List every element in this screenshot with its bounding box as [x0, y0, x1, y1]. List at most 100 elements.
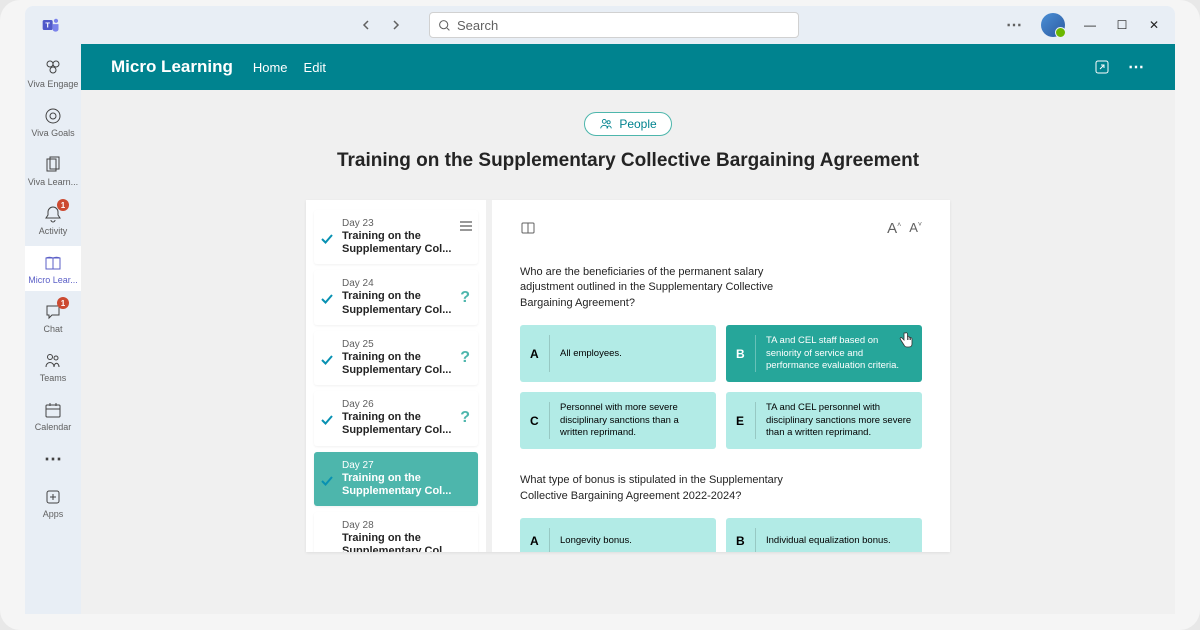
rail-icon: [42, 56, 64, 78]
answer-option[interactable]: B Individual equalization bonus.: [726, 518, 922, 552]
answer-letter: C: [530, 402, 550, 439]
rail-more-button[interactable]: ⋯: [25, 442, 81, 476]
day-item[interactable]: Day 28Training on the Supplementary Col.…: [314, 512, 478, 552]
question-2-answers: A Longevity bonus. B Individual equalizatio…: [520, 518, 922, 552]
app-rail: Viva Engage Viva Goals Viva Learn... 1Activ…: [25, 44, 81, 614]
rail-item-viva-goals[interactable]: Viva Goals: [25, 99, 81, 144]
booklet-icon[interactable]: [520, 220, 536, 241]
rail-item-viva-engage[interactable]: Viva Engage: [25, 50, 81, 95]
day-title: Training on the Supplementary Col...: [342, 230, 470, 256]
titlebar-more-button[interactable]: ⋯: [1006, 15, 1023, 35]
question-mark-icon: ?: [460, 349, 470, 367]
rail-icon: [42, 105, 64, 127]
rail-item-activity[interactable]: 1Activity: [25, 197, 81, 242]
tab-home[interactable]: Home: [253, 60, 288, 75]
answer-text: All employees.: [560, 335, 706, 372]
nav-back-button[interactable]: [355, 14, 377, 36]
rail-item-calendar[interactable]: Calendar: [25, 393, 81, 438]
day-item[interactable]: Day 26Training on the Supplementary Col.…: [314, 391, 478, 445]
rail-label: Apps: [43, 510, 64, 519]
teams-logo-icon: T: [41, 15, 61, 35]
question-2-text: What type of bonus is stipulated in the …: [520, 473, 820, 504]
day-number: Day 26: [342, 399, 470, 410]
check-icon: [320, 232, 338, 251]
rail-label: Activity: [39, 227, 68, 236]
question-mark-icon: ?: [460, 409, 470, 427]
app-title: Micro Learning: [111, 57, 233, 77]
answer-text: TA and CEL personnel with disciplinary s…: [766, 402, 912, 439]
day-item[interactable]: Day 27Training on the Supplementary Col.…: [314, 452, 478, 506]
answer-text: Longevity bonus.: [560, 528, 706, 552]
svg-text:T: T: [45, 21, 50, 30]
day-title: Training on the Supplementary Col...: [342, 411, 470, 437]
app-more-button[interactable]: ⋯: [1128, 57, 1145, 77]
people-icon: [599, 117, 613, 131]
rail-label: Calendar: [35, 423, 72, 432]
check-icon: [320, 413, 338, 432]
cursor-hand-icon: [898, 331, 914, 349]
day-number: Day 25: [342, 339, 470, 350]
hamburger-icon[interactable]: [460, 218, 472, 236]
nav-forward-button[interactable]: [385, 14, 407, 36]
font-increase-button[interactable]: A˄: [887, 220, 901, 241]
rail-label: Viva Learn...: [28, 178, 78, 187]
rail-item-micro-lear-[interactable]: Micro Lear...: [25, 246, 81, 291]
check-icon: [320, 474, 338, 493]
page-title: Training on the Supplementary Collective…: [81, 150, 1175, 172]
rail-label: Micro Lear...: [28, 276, 78, 285]
training-panel: Day 23Training on the Supplementary Col.…: [306, 200, 950, 552]
rail-item-chat[interactable]: 1Chat: [25, 295, 81, 340]
answer-letter: A: [530, 528, 550, 552]
app-header: Micro Learning Home Edit ⋯: [81, 44, 1175, 90]
rail-icon: [42, 399, 64, 421]
answer-letter: B: [736, 528, 756, 552]
answer-letter: B: [736, 335, 756, 372]
day-item[interactable]: Day 24Training on the Supplementary Col.…: [314, 270, 478, 324]
rail-icon: [42, 350, 64, 372]
people-label: People: [619, 117, 656, 131]
answer-option[interactable]: E TA and CEL personnel with disciplinary …: [726, 392, 922, 449]
answer-text: Personnel with more severe disciplinary …: [560, 402, 706, 439]
question-1-answers: AAll employees. B TA and CEL staff based o…: [520, 325, 922, 449]
day-title: Training on the Supplementary Col...: [342, 290, 470, 316]
search-placeholder: Search: [457, 18, 498, 33]
titlebar: T Search ⋯ — ☐ ✕: [25, 6, 1175, 44]
rail-label: Viva Engage: [28, 80, 79, 89]
rail-item-apps[interactable]: Apps: [25, 480, 81, 525]
rail-item-teams[interactable]: Teams: [25, 344, 81, 389]
popout-icon[interactable]: [1094, 59, 1110, 75]
answer-text: TA and CEL staff based on seniority of s…: [766, 335, 912, 372]
rail-label: Chat: [43, 325, 62, 334]
rail-icon: [42, 252, 64, 274]
maximize-button[interactable]: ☐: [1115, 18, 1129, 32]
question-mark-icon: ?: [460, 289, 470, 307]
answer-option[interactable]: A Longevity bonus.: [520, 518, 716, 552]
rail-item-viva-learn-[interactable]: Viva Learn...: [25, 148, 81, 193]
tab-edit[interactable]: Edit: [304, 60, 326, 75]
day-number: Day 28: [342, 520, 470, 531]
answer-option[interactable]: AAll employees.: [520, 325, 716, 382]
people-pill[interactable]: People: [584, 112, 671, 136]
search-input[interactable]: Search: [429, 12, 799, 38]
day-item[interactable]: Day 23Training on the Supplementary Col.…: [314, 210, 478, 264]
check-icon: [320, 353, 338, 372]
day-item[interactable]: Day 25Training on the Supplementary Col.…: [314, 331, 478, 385]
font-decrease-button[interactable]: A˅: [909, 220, 922, 241]
close-button[interactable]: ✕: [1147, 18, 1161, 32]
rail-icon: [42, 486, 64, 508]
question-1-text: Who are the beneficiaries of the permane…: [520, 265, 820, 311]
check-icon: [320, 292, 338, 311]
day-title: Training on the Supplementary Col...: [342, 472, 470, 498]
day-title: Training on the Supplementary Col...: [342, 351, 470, 377]
minimize-button[interactable]: —: [1083, 18, 1097, 32]
rail-label: Viva Goals: [31, 129, 74, 138]
quiz-area: A˄ A˅ Who are the beneficiaries of the p…: [492, 200, 950, 552]
answer-letter: E: [736, 402, 756, 439]
avatar[interactable]: [1041, 13, 1065, 37]
answer-text: Individual equalization bonus.: [766, 528, 912, 552]
answer-option[interactable]: B TA and CEL staff based on seniority of …: [726, 325, 922, 382]
rail-icon: [42, 154, 64, 176]
day-number: Day 24: [342, 278, 470, 289]
day-list[interactable]: Day 23Training on the Supplementary Col.…: [306, 200, 492, 552]
answer-option[interactable]: C Personnel with more severe disciplinary…: [520, 392, 716, 449]
